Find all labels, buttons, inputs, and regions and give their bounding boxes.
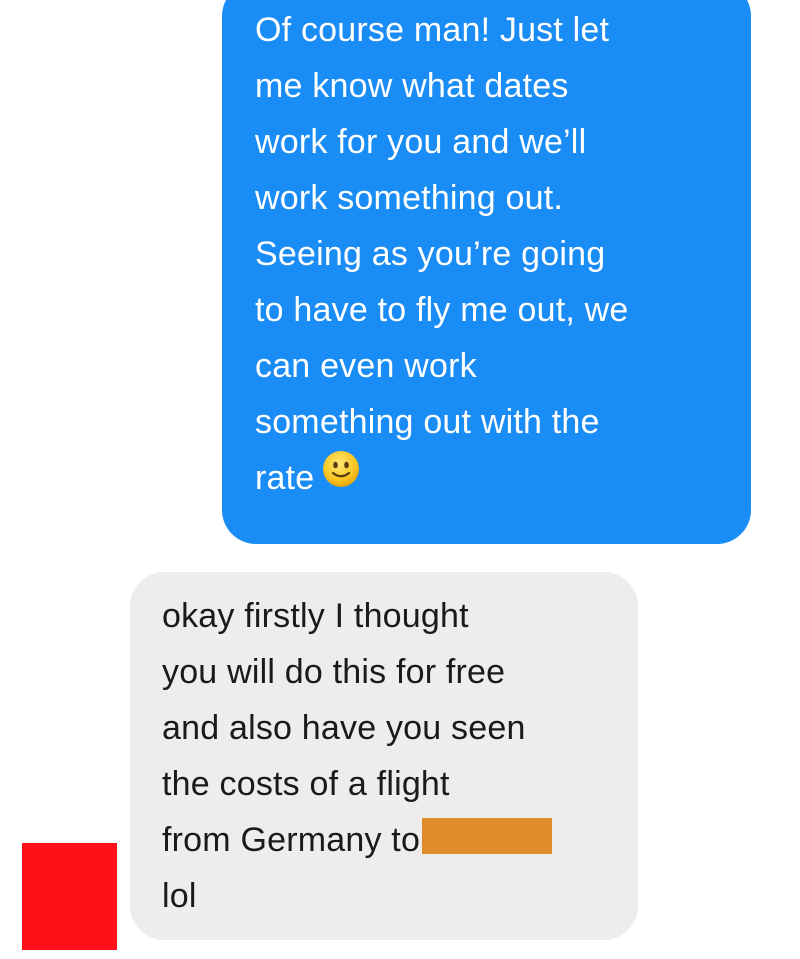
message-line: okay firstly I thought [162, 597, 469, 635]
smiling-face-emoji-icon [322, 449, 360, 505]
message-line-text: from Germany to [162, 821, 421, 859]
message-line: me know what dates [255, 67, 569, 105]
received-message-bubble[interactable]: okay firstly I thought you will do this … [130, 572, 638, 940]
message-line: and also have you seen [162, 709, 526, 747]
message-line: can even work [255, 347, 477, 385]
message-line: work something out. [255, 179, 564, 217]
message-last-line: rate [255, 450, 751, 506]
message-line: work for you and we’ll [255, 123, 587, 161]
message-line-with-redaction: from Germany to [162, 812, 638, 868]
redaction-box [422, 818, 553, 855]
message-line: something out with the [255, 403, 600, 441]
message-line: you will do this for free [162, 653, 506, 691]
chat-thread: Of course man! Just let me know what dat… [0, 0, 800, 959]
message-line: to have to fly me out, we [255, 291, 629, 329]
message-line: Seeing as you’re going [255, 235, 606, 273]
message-line-text: rate [255, 459, 315, 497]
message-line: the costs of a flight [162, 765, 450, 803]
message-line: Of course man! Just let [255, 11, 610, 49]
avatar-redaction-box [22, 843, 117, 950]
message-line: lol [162, 877, 197, 915]
sent-message-bubble[interactable]: Of course man! Just let me know what dat… [222, 0, 751, 544]
